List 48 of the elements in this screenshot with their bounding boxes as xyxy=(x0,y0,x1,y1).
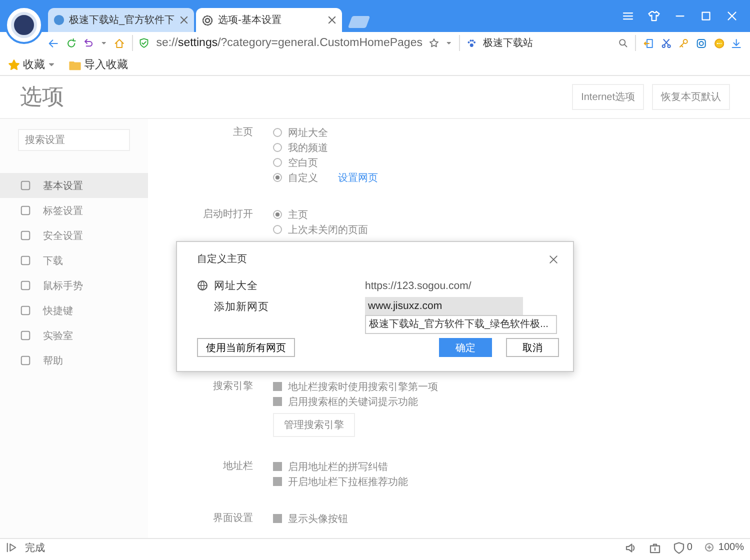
field-label: 添加新网页 xyxy=(214,300,269,314)
option-label: 主页 xyxy=(288,208,308,222)
option-label: 网址大全 xyxy=(288,126,328,140)
site-name: 网址大全 xyxy=(214,278,258,292)
suggestion-item[interactable]: 极速下载站_官方软件下载_绿色软件极... xyxy=(365,315,557,334)
section-label: 搜索引擎 xyxy=(213,381,253,392)
section-label: 主页 xyxy=(233,127,253,138)
option-label: 地址栏搜索时使用搜索引擎第一项 xyxy=(288,380,438,394)
section-label: 界面设置 xyxy=(213,513,253,524)
sidebar-item[interactable]: 基本设置 xyxy=(0,173,148,198)
bookmark-label[interactable]: 导入收藏 xyxy=(84,57,128,72)
option-label: 我的频道 xyxy=(288,142,328,154)
site-url: https://123.sogou.com/ xyxy=(365,280,472,292)
settings-button[interactable]: 恢复本页默认 xyxy=(652,84,730,110)
page-title: 选项 xyxy=(20,83,64,111)
ok-button[interactable]: 确定 xyxy=(439,338,492,357)
status-text: 完成 xyxy=(25,542,45,554)
address-field[interactable]: se://settings/?category=general.CustomHomePages xyxy=(156,37,422,49)
option-label: 开启地址栏下拉框推荐功能 xyxy=(288,476,408,488)
browser-tab[interactable]: 选项-基本设置 xyxy=(196,8,342,32)
settings-search-field[interactable]: 搜索设置 xyxy=(18,129,130,151)
cancel-button[interactable]: 取消 xyxy=(506,338,559,357)
sidebar-item[interactable]: 标签设置 xyxy=(0,198,148,223)
sidebar-item[interactable]: 快捷键 xyxy=(0,298,148,323)
option-label: 启用地址栏的拼写纠错 xyxy=(288,460,388,474)
url-input-field[interactable]: www.jisuxz.com xyxy=(365,297,523,315)
settings-button[interactable]: Internet选项 xyxy=(572,84,644,110)
sidebar-item[interactable]: 下载 xyxy=(0,248,148,273)
sidebar-item[interactable]: 鼠标手势 xyxy=(0,273,148,298)
dialog-title: 自定义主页 xyxy=(197,252,247,266)
option-label: 上次未关闭的页面 xyxy=(288,224,368,236)
option-label: 显示头像按钮 xyxy=(288,512,348,526)
section-label: 地址栏 xyxy=(223,461,253,472)
zoom-level[interactable]: 100% xyxy=(718,542,744,553)
set-page-link[interactable]: 设置网页 xyxy=(338,170,378,184)
option-label: 空白页 xyxy=(288,156,318,170)
search-field[interactable]: 极速下载站 xyxy=(483,36,612,50)
sidebar-item[interactable]: 帮助 xyxy=(0,348,148,373)
dropdown-button[interactable]: 管理搜索引擎 xyxy=(273,413,355,437)
sidebar-item[interactable]: 实验室 xyxy=(0,323,148,348)
section-label: 启动时打开 xyxy=(203,209,253,220)
option-label: 启用搜索框的关键词提示功能 xyxy=(288,396,418,408)
sidebar-item[interactable]: 安全设置 xyxy=(0,223,148,248)
blocked-count: 0 xyxy=(686,542,692,553)
browser-tab[interactable]: 极速下载站_官方软件下 xyxy=(48,8,194,32)
option-label: 自定义 xyxy=(288,172,318,184)
bookmark-label[interactable]: 收藏 xyxy=(23,57,45,72)
use-current-pages-button[interactable]: 使用当前所有网页 xyxy=(197,338,295,357)
